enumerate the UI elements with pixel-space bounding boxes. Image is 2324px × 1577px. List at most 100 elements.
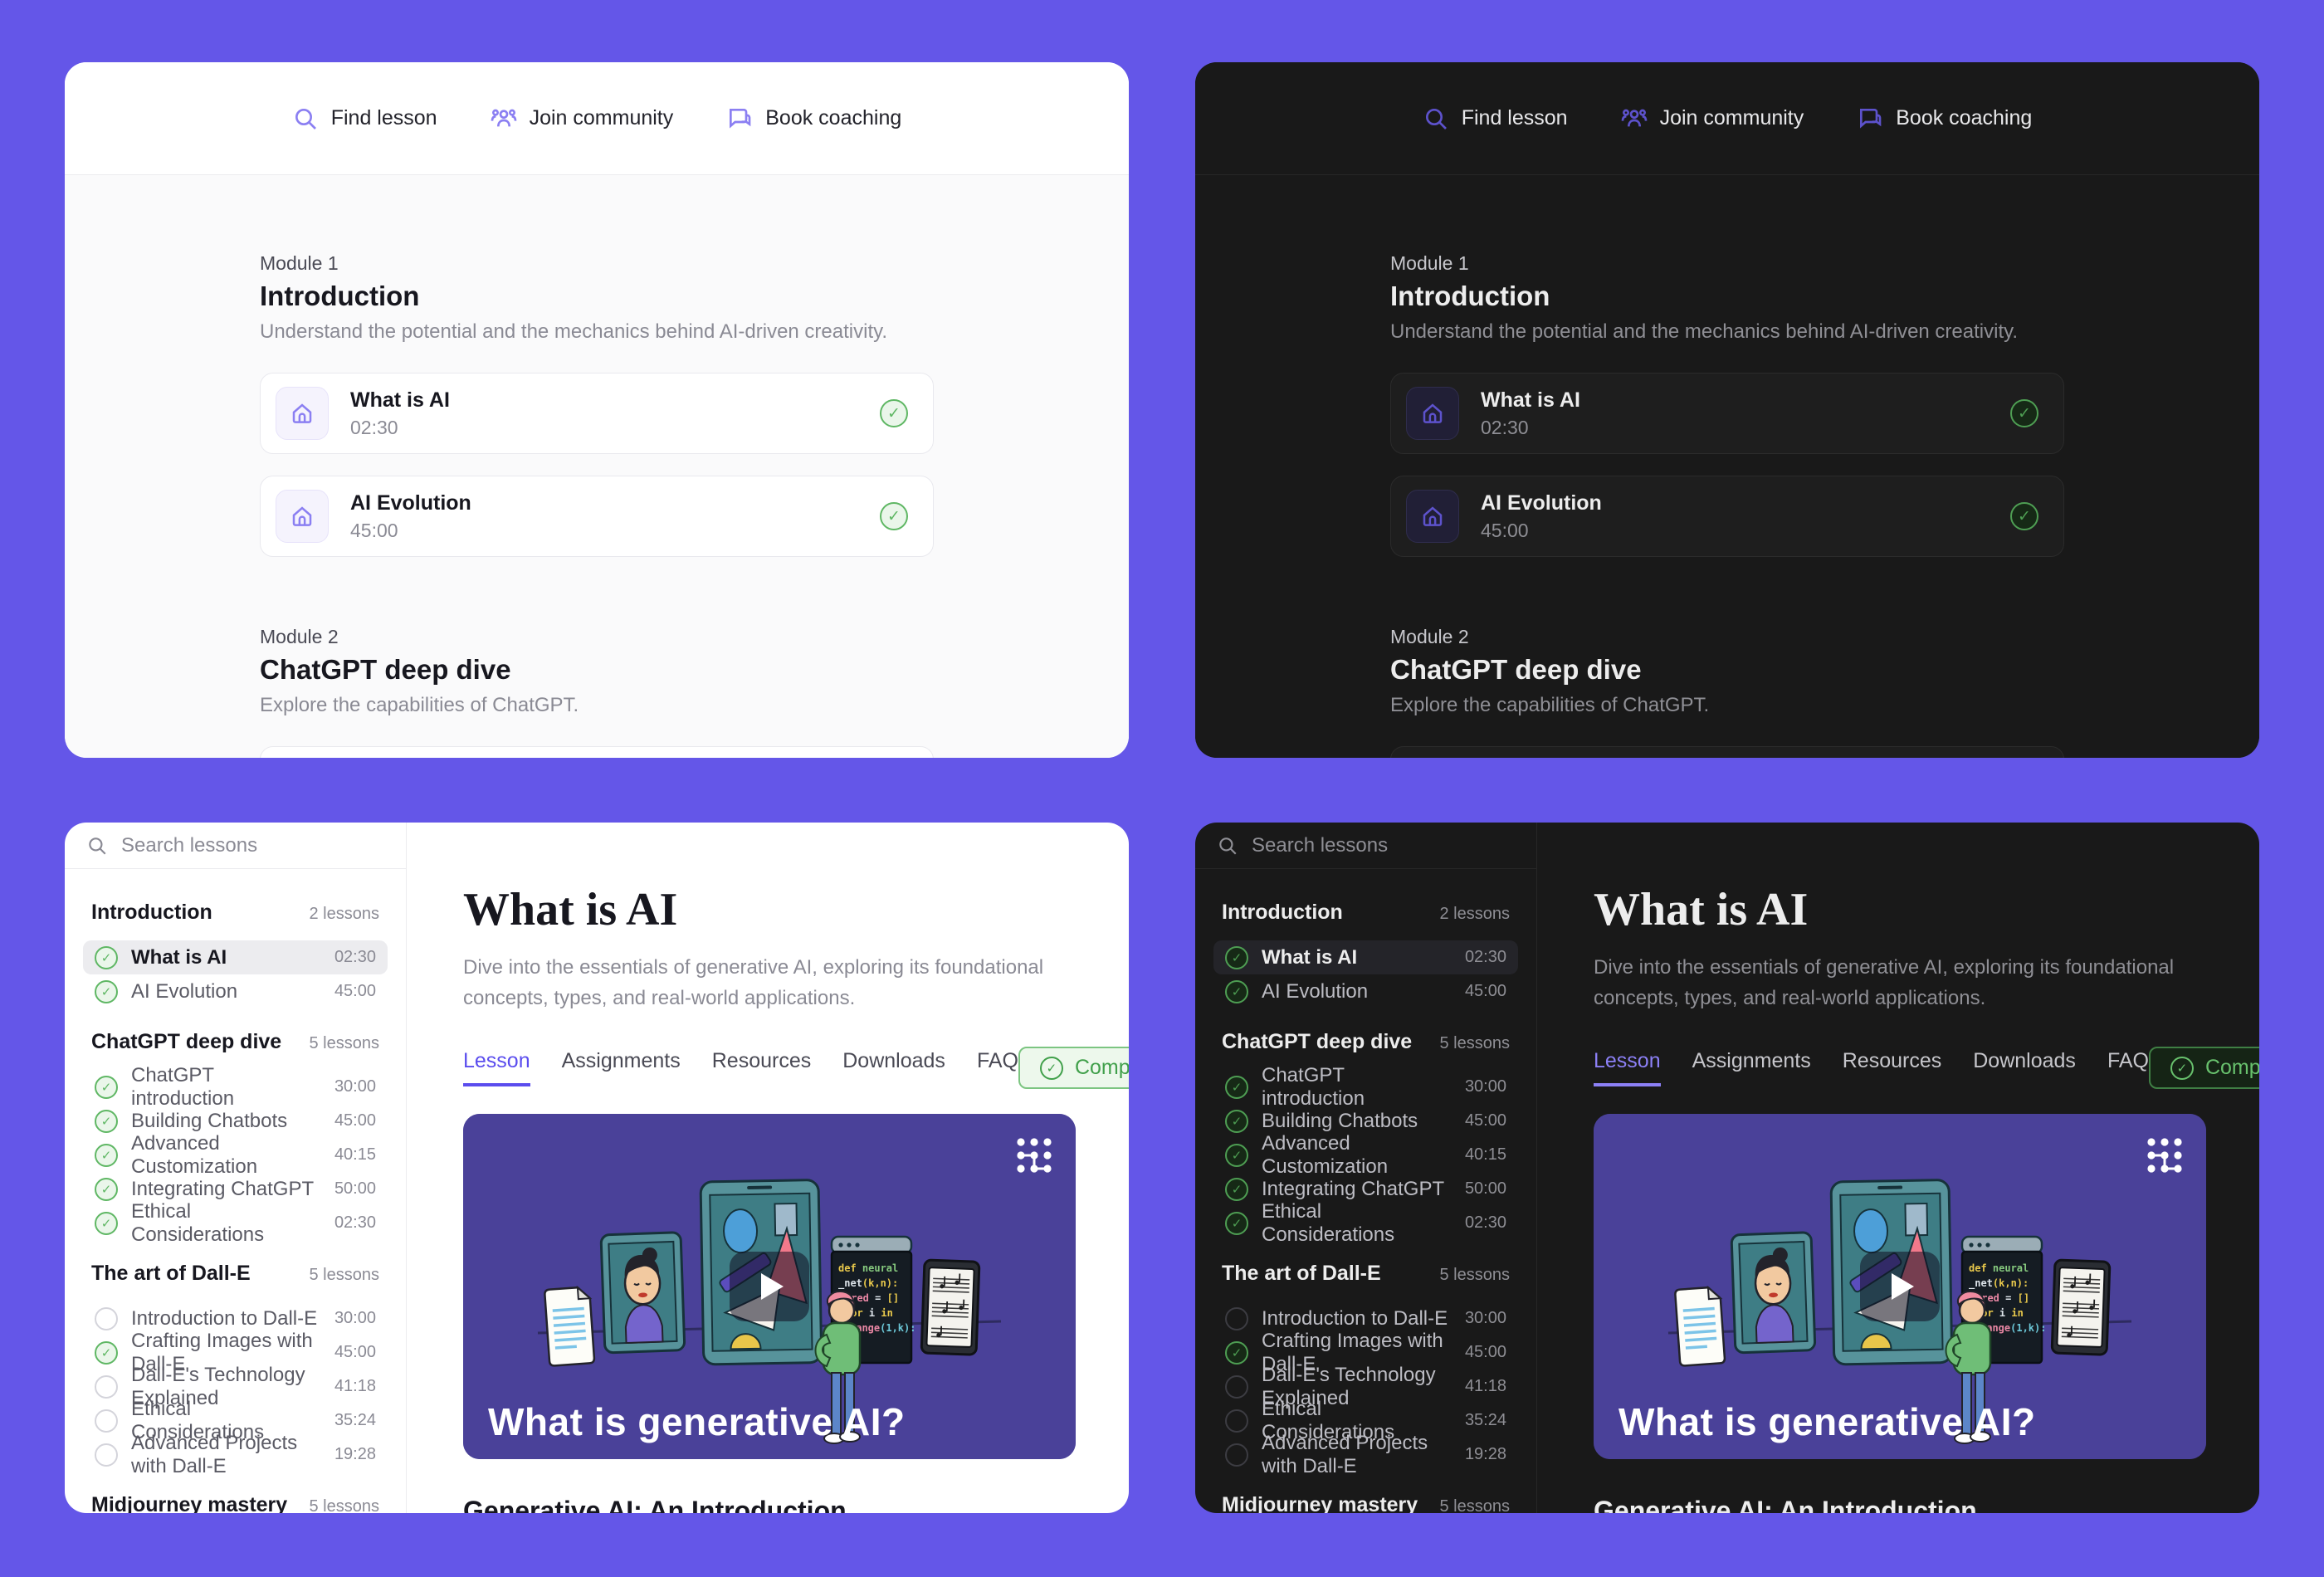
lesson-card[interactable]: AI Evolution 45:00: [1390, 476, 2064, 557]
module-description: Explore the capabilities of ChatGPT.: [1390, 693, 2064, 718]
search-icon: [86, 835, 108, 857]
lesson-list-item[interactable]: Ethical Considerations 02:30: [1213, 1206, 1518, 1240]
tab-downloads[interactable]: Downloads: [1973, 1049, 2076, 1086]
sidebar-section-chatgpt: ChatGPT deep dive 5 lessons ChatGPT intr…: [1213, 1030, 1518, 1240]
community-icon: [1621, 105, 1648, 132]
module-2: Module 2 ChatGPT deep dive Explore the c…: [260, 623, 934, 758]
lesson-list-item[interactable]: ChatGPT introduction 30:00: [1213, 1070, 1518, 1104]
top-nav: Find lesson Join community Book coaching: [1195, 62, 2259, 175]
lesson-tabs: Lesson Assignments Resources Downloads F…: [1594, 1049, 2149, 1086]
play-button[interactable]: [1860, 1252, 1940, 1321]
lesson-item-duration: 45:00: [1465, 1111, 1506, 1130]
lesson-item-duration: 45:00: [334, 1111, 376, 1130]
lesson-item-duration: 40:15: [334, 1145, 376, 1164]
lesson-item-duration: 35:24: [334, 1411, 376, 1430]
lesson-description: Dive into the essentials of generative A…: [1594, 952, 2183, 1013]
lesson-item-title: Ethical Considerations: [1262, 1200, 1452, 1247]
lesson-item-duration: 30:00: [1465, 1077, 1506, 1096]
sidebar-section-midjourney: Midjourney mastery 5 lessons Navigating …: [83, 1493, 388, 1513]
sidebar-section-dalle: The art of Dall-E 5 lessons Introduction…: [1213, 1262, 1518, 1472]
tab-resources[interactable]: Resources: [1843, 1049, 1942, 1086]
lesson-list-item[interactable]: What is AI 02:30: [83, 940, 388, 974]
lesson-card[interactable]: ChatGPT introduction 30:00: [1390, 746, 2064, 758]
lesson-list-item[interactable]: Advanced Customization 40:15: [83, 1138, 388, 1172]
lesson-list-item[interactable]: Advanced Customization 40:15: [1213, 1138, 1518, 1172]
section-count: 5 lessons: [1440, 1034, 1511, 1053]
lesson-list-item[interactable]: Ethical Considerations 02:30: [83, 1206, 388, 1240]
lesson-item-duration: 19:28: [1465, 1445, 1506, 1464]
nav-book-coaching[interactable]: Book coaching: [726, 105, 901, 132]
lesson-list-item[interactable]: AI Evolution 45:00: [1213, 974, 1518, 1008]
article-heading: Generative AI: An Introduction: [463, 1496, 1129, 1513]
section-title: The art of Dall-E: [1222, 1262, 1381, 1286]
section-count: 2 lessons: [310, 905, 380, 924]
dots-grid-icon: [2143, 1134, 2186, 1177]
lesson-panel-light: Introduction 2 lessons What is AI 02:30 …: [65, 823, 1129, 1513]
lesson-card[interactable]: What is AI 02:30: [1390, 373, 2064, 454]
tab-assignments[interactable]: Assignments: [562, 1049, 681, 1086]
tab-lesson[interactable]: Lesson: [463, 1049, 530, 1086]
video-player[interactable]: What is generative AI?: [1594, 1114, 2206, 1459]
video-player[interactable]: What is generative AI?: [463, 1114, 1076, 1459]
lesson-status-icon: [95, 1178, 118, 1201]
lesson-card[interactable]: AI Evolution 45:00: [260, 476, 934, 557]
status-badge: Completed: [1018, 1047, 1129, 1089]
article-heading: Generative AI: An Introduction: [1594, 1496, 2259, 1513]
section-title: ChatGPT deep dive: [1222, 1030, 1412, 1054]
lesson-status-icon: [1225, 1375, 1248, 1399]
lesson-item-duration: 02:30: [334, 948, 376, 967]
lesson-list-item[interactable]: AI Evolution 45:00: [83, 974, 388, 1008]
nav-book-coaching[interactable]: Book coaching: [1857, 105, 2032, 132]
section-count: 5 lessons: [310, 1497, 380, 1513]
completed-check-icon: [880, 502, 908, 530]
lesson-card-duration: 02:30: [1481, 417, 1580, 439]
lesson-item-duration: 45:00: [1465, 1343, 1506, 1362]
search-bar[interactable]: [65, 823, 406, 869]
section-title: ChatGPT deep dive: [91, 1030, 281, 1054]
tab-faq[interactable]: FAQ: [2107, 1049, 2149, 1086]
lesson-list-item[interactable]: ChatGPT introduction 30:00: [83, 1070, 388, 1104]
nav-find-lesson[interactable]: Find lesson: [1423, 105, 1568, 132]
tab-faq[interactable]: FAQ: [977, 1049, 1018, 1086]
completed-check-icon: [1040, 1057, 1063, 1080]
nav-label: Join community: [530, 106, 674, 130]
lesson-card-title: AI Evolution: [1481, 491, 1602, 515]
lesson-status-icon: [95, 1341, 118, 1365]
section-title: Midjourney mastery: [1222, 1493, 1418, 1513]
course-panel-dark: Find lesson Join community Book coaching…: [1195, 62, 2259, 758]
lesson-card[interactable]: What is AI 02:30: [260, 373, 934, 454]
tab-assignments[interactable]: Assignments: [1692, 1049, 1811, 1086]
completed-check-icon: [2010, 502, 2038, 530]
completed-check-icon: [2010, 399, 2038, 427]
lesson-list-item[interactable]: Advanced Projects with Dall-E 19:28: [83, 1438, 388, 1472]
lesson-list-item[interactable]: Advanced Projects with Dall-E 19:28: [1213, 1438, 1518, 1472]
tab-resources[interactable]: Resources: [712, 1049, 812, 1086]
lesson-status-icon: [95, 1110, 118, 1133]
lesson-card[interactable]: ChatGPT introduction 30:00: [260, 746, 934, 758]
chat-icon: [1857, 105, 1883, 132]
lesson-card-duration: 45:00: [350, 520, 471, 542]
lesson-status-icon: [1225, 1409, 1248, 1433]
nav-join-community[interactable]: Join community: [491, 105, 674, 132]
section-title: Introduction: [1222, 901, 1343, 925]
search-input[interactable]: [121, 834, 370, 857]
nav-find-lesson[interactable]: Find lesson: [292, 105, 437, 132]
play-button[interactable]: [730, 1252, 809, 1321]
play-icon: [1892, 1273, 1914, 1300]
lesson-item-title: What is AI: [1262, 946, 1357, 969]
lesson-card-duration: 45:00: [1481, 520, 1602, 542]
search-bar[interactable]: [1195, 823, 1536, 869]
module-title: Introduction: [1390, 280, 2064, 313]
tab-lesson[interactable]: Lesson: [1594, 1049, 1661, 1086]
lesson-panel-dark: Introduction 2 lessons What is AI 02:30 …: [1195, 823, 2259, 1513]
tab-downloads[interactable]: Downloads: [842, 1049, 945, 1086]
nav-join-community[interactable]: Join community: [1621, 105, 1804, 132]
lesson-item-duration: 19:28: [334, 1445, 376, 1464]
module-label: Module 1: [260, 250, 934, 276]
nav-label: Find lesson: [331, 106, 437, 130]
lesson-item-duration: 02:30: [1465, 1213, 1506, 1233]
lesson-list-item[interactable]: What is AI 02:30: [1213, 940, 1518, 974]
lesson-item-duration: 40:15: [1465, 1145, 1506, 1164]
search-input[interactable]: [1252, 834, 1501, 857]
lesson-status-icon: [1225, 1341, 1248, 1365]
